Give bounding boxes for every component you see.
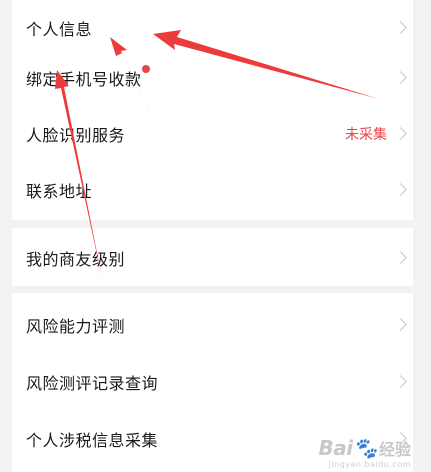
menu-item-contact-address[interactable]: 联系地址 [12, 162, 413, 218]
chevron-right-icon [394, 318, 407, 331]
menu-item-label: 风险能力评测 [26, 317, 126, 336]
watermark-logo-tail: 经验 [378, 440, 411, 459]
chevron-right-icon [394, 251, 407, 264]
status-badge: 未采集 [345, 127, 387, 143]
menu-item-face-recognition[interactable]: 人脸识别服务 未采集 [12, 106, 413, 162]
menu-item-label: 个人涉税信息采集 [26, 431, 159, 450]
menu-item-personal-info[interactable]: 个人信息 [12, 0, 413, 56]
menu-item-bind-phone-collection[interactable]: 绑定手机号收款 [12, 50, 413, 106]
chevron-right-icon [394, 71, 407, 84]
menu-item-label: 我的商友级别 [26, 250, 126, 269]
paw-icon: 🐾 [352, 436, 378, 460]
watermark-logo: Bai [318, 436, 353, 460]
menu-item-label: 人脸识别服务 [26, 126, 126, 145]
settings-screen: 个人信息 绑定手机号收款 人脸识别服务 未采集 联系地址 我的商友级别 风险能力… [0, 0, 431, 472]
menu-group-level: 我的商友级别 [12, 228, 413, 286]
menu-item-label: 风险测评记录查询 [26, 374, 159, 393]
chevron-right-icon [394, 127, 407, 140]
watermark-url: jingyan.baidu.com [328, 460, 411, 469]
chevron-right-icon [394, 375, 407, 388]
menu-item-label: 个人信息 [26, 20, 93, 39]
menu-item-risk-record-query[interactable]: 风险测评记录查询 [12, 354, 413, 410]
menu-item-label: 联系地址 [26, 182, 93, 201]
baidu-jingyan-watermark: Bai🐾 经验 jingyan.baidu.com [318, 436, 411, 469]
menu-group-account: 个人信息 绑定手机号收款 人脸识别服务 未采集 联系地址 [12, 0, 413, 220]
chevron-right-icon [394, 21, 407, 34]
chevron-right-icon [394, 183, 407, 196]
red-dot-badge-icon [142, 65, 150, 73]
menu-item-label: 绑定手机号收款 [26, 70, 142, 89]
menu-item-merchant-level[interactable]: 我的商友级别 [12, 230, 413, 286]
menu-item-risk-assessment[interactable]: 风险能力评测 [12, 297, 413, 353]
